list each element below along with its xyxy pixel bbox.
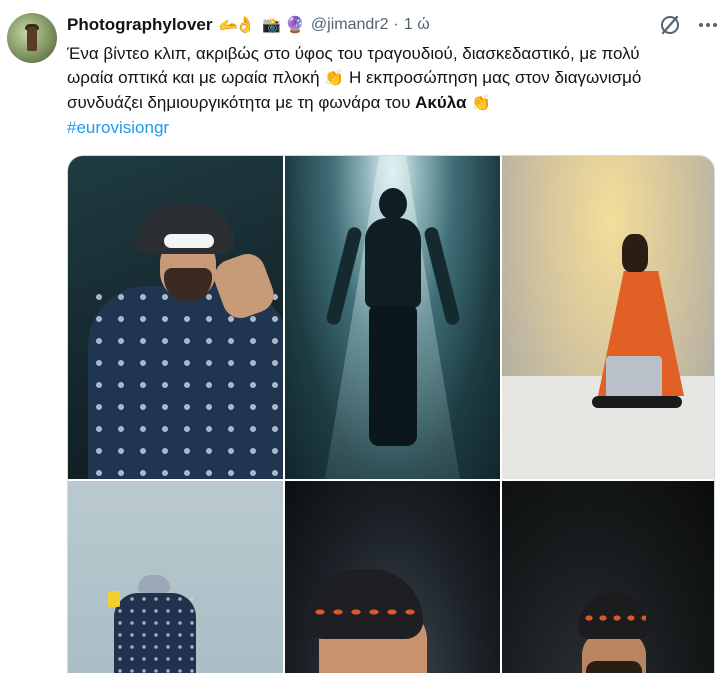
text-segment: ωραία οπτικά και με ωραία πλοκή bbox=[67, 68, 320, 87]
bold-name: Ακύλα bbox=[415, 93, 467, 112]
more-dot bbox=[706, 23, 710, 27]
text-segment: Η εκπροσώπηση μας στον διαγωνισμό bbox=[348, 68, 642, 87]
beanie-shape bbox=[578, 593, 650, 639]
more-dot bbox=[713, 23, 717, 27]
grok-icon-svg bbox=[661, 15, 679, 35]
tweet-header: Photographylover 🫴👌 📸 🔮 @jimandr2 · 1 ώ bbox=[67, 13, 430, 37]
tweet-text-line-1: Ένα βίντεο κλιπ, ακριβώς στο ύφος του τρ… bbox=[67, 44, 640, 63]
image-figure-in-spotlight[interactable] bbox=[285, 156, 500, 479]
legs-shape bbox=[369, 306, 417, 446]
torso-shape bbox=[365, 218, 421, 308]
patterned-jacket-shape bbox=[88, 286, 283, 479]
tweet[interactable]: Photographylover 🫴👌 📸 🔮 @jimandr2 · 1 ώ … bbox=[0, 0, 727, 673]
head-shape bbox=[379, 188, 407, 220]
more-options-icon[interactable] bbox=[694, 12, 722, 38]
beanie-shape bbox=[305, 569, 423, 639]
grok-icon[interactable] bbox=[657, 12, 683, 38]
crystal-ball-emoji: 🔮 bbox=[285, 17, 305, 34]
tweet-timestamp[interactable]: 1 ώ bbox=[404, 16, 430, 34]
sunglasses-shape bbox=[164, 234, 214, 248]
image-smiling-beanie[interactable] bbox=[285, 481, 500, 673]
image-beanie-beard[interactable] bbox=[502, 481, 714, 673]
image-orange-coat-instrument[interactable] bbox=[502, 156, 714, 479]
image-bucket-hat-sunglasses[interactable] bbox=[68, 156, 283, 479]
hashtag-link[interactable]: #eurovisiongr bbox=[67, 116, 717, 140]
hands-emoji: 🫴👌 bbox=[218, 17, 255, 34]
media-grid bbox=[67, 155, 715, 673]
avatar-figure-shape bbox=[27, 27, 37, 51]
text-segment: συνδυάζει δημιουργικότητα με τη φωνάρα τ… bbox=[67, 93, 411, 112]
head-shape bbox=[622, 234, 648, 272]
beard-shape bbox=[586, 661, 642, 673]
tweet-text-line-2: ωραία οπτικά και με ωραία πλοκή 👏 Η εκπρ… bbox=[67, 66, 717, 91]
camera-emoji: 📸 bbox=[262, 17, 281, 34]
author-display-name[interactable]: Photographylover bbox=[67, 15, 212, 35]
clap-emoji: 👏 bbox=[471, 95, 492, 112]
image-dancing-figure[interactable] bbox=[68, 481, 283, 673]
clap-emoji: 👏 bbox=[324, 70, 345, 87]
more-dot bbox=[699, 23, 703, 27]
shoes-shape bbox=[592, 396, 682, 408]
yellow-object-shape bbox=[108, 591, 120, 607]
tweet-text-line-3: συνδυάζει δημιουργικότητα με τη φωνάρα τ… bbox=[67, 91, 717, 116]
separator-dot: · bbox=[393, 16, 399, 33]
tweet-text: Ένα βίντεο κλιπ, ακριβώς στο ύφος του τρ… bbox=[67, 42, 717, 140]
avatar[interactable] bbox=[7, 13, 57, 63]
bucket-hat-shape bbox=[138, 575, 170, 593]
patterned-outfit-shape bbox=[114, 593, 196, 673]
author-handle[interactable]: @jimandr2 bbox=[311, 16, 389, 34]
